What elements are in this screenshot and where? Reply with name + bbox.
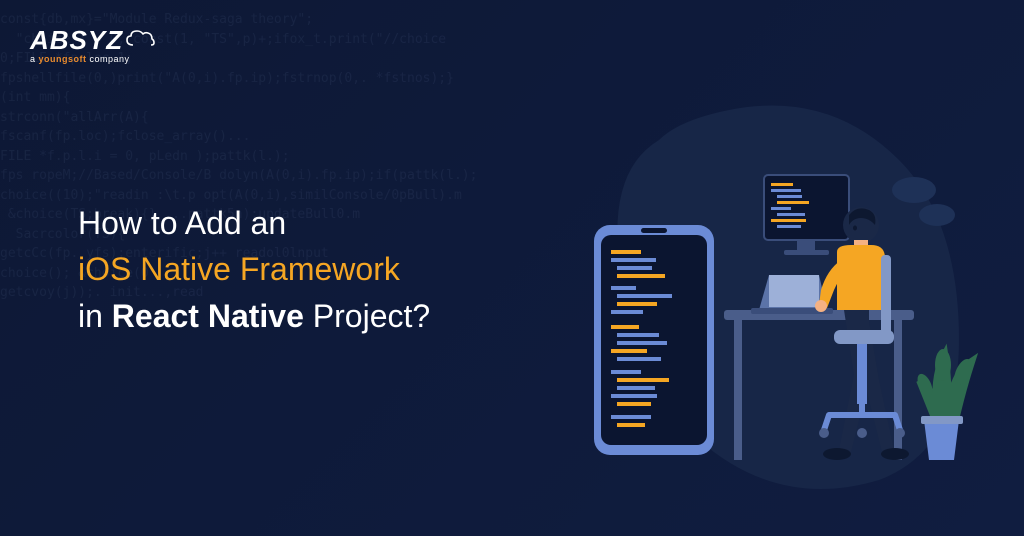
developer-illustration [559,80,979,510]
headline-line-3: in React Native Project? [78,293,430,339]
logo-wordmark: ABSYZ [30,25,123,56]
brand-logo: ABSYZ a youngsoft company [30,25,155,64]
headline-line-2: iOS Native Framework [78,246,430,292]
page-title: How to Add an iOS Native Framework in Re… [78,200,430,339]
headline-line-1: How to Add an [78,200,430,246]
cloud-icon [125,25,155,56]
